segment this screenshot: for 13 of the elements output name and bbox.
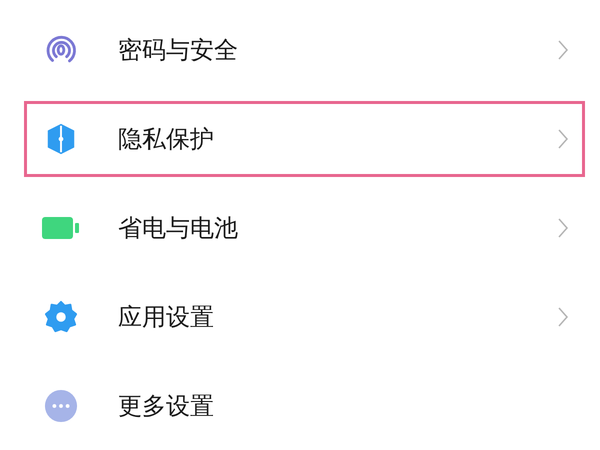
item-label: 应用设置	[118, 302, 215, 333]
item-label: 更多设置	[118, 391, 215, 422]
settings-item[interactable]: 更多设置	[24, 368, 585, 444]
settings-icon	[44, 300, 78, 334]
battery-icon	[42, 216, 80, 240]
settings-item[interactable]: 密码与安全	[24, 12, 585, 88]
more-icon	[44, 389, 78, 423]
item-label: 隐私保护	[118, 124, 215, 155]
item-label: 省电与电池	[118, 213, 239, 244]
item-label: 密码与安全	[118, 35, 239, 66]
settings-item[interactable]: 应用设置	[24, 279, 585, 355]
settings-item[interactable]: 省电与电池	[24, 190, 585, 266]
settings-item[interactable]: 隐私保护	[24, 101, 585, 177]
